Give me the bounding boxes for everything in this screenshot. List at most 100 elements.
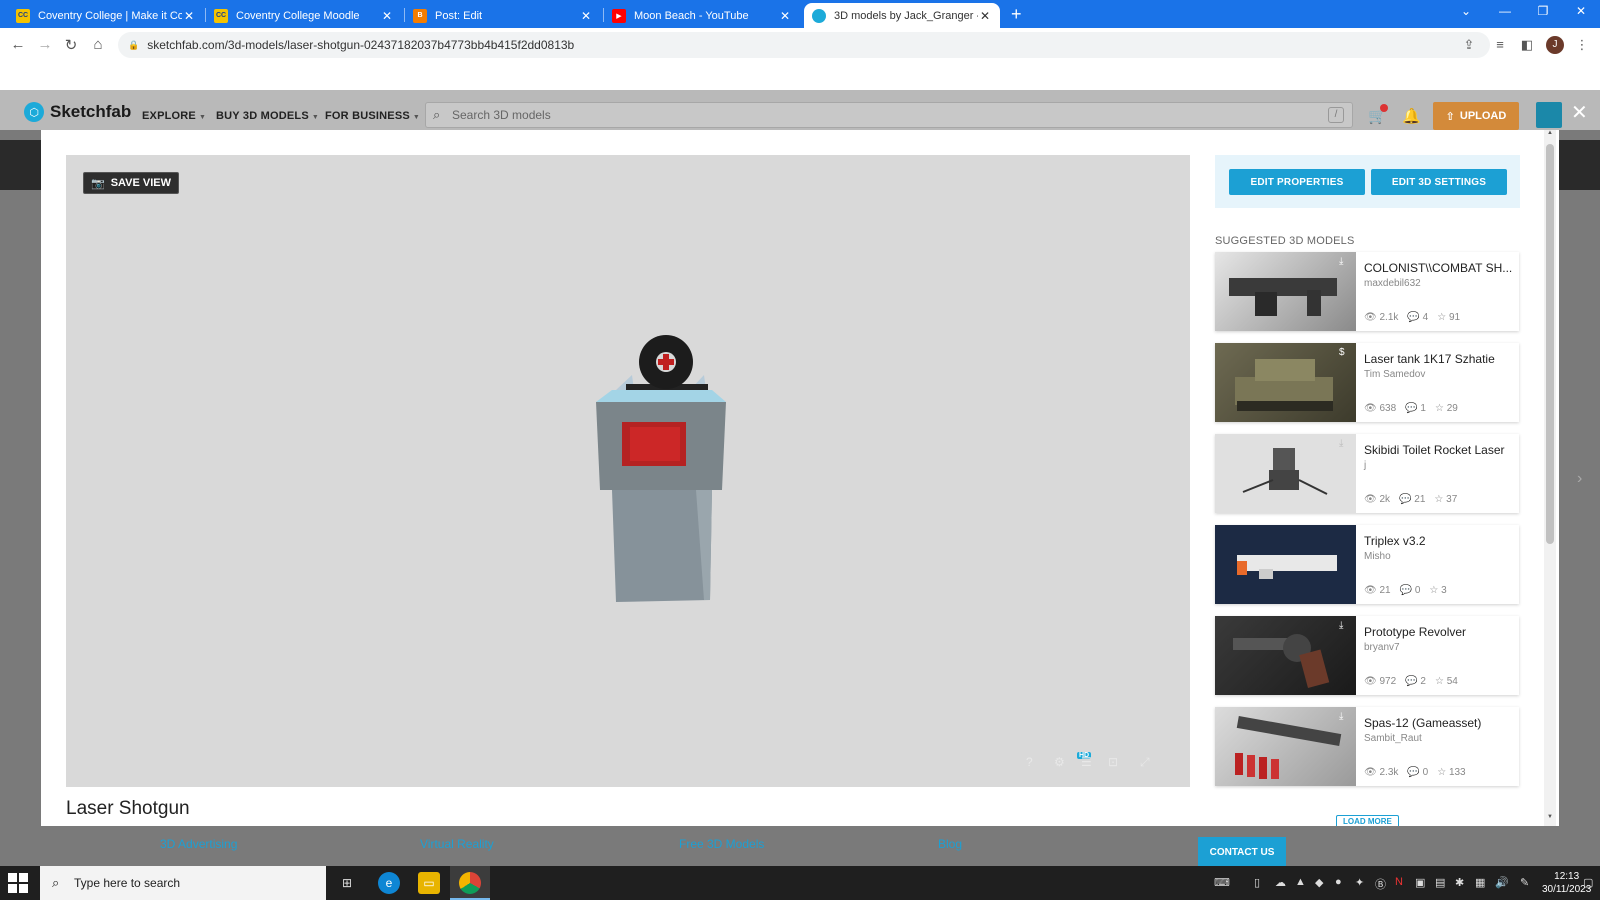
- side-panel-icon[interactable]: ◧: [1518, 37, 1536, 53]
- back-icon[interactable]: ←: [9, 36, 27, 53]
- browser-tab[interactable]: B Post: Edit ✕: [405, 3, 601, 28]
- volume-icon[interactable]: 🔊: [1495, 876, 1509, 889]
- edit-properties-button[interactable]: EDIT PROPERTIES: [1229, 169, 1365, 195]
- model-name[interactable]: COLONIST\\COMBAT SH...: [1364, 261, 1514, 275]
- save-view-button[interactable]: 📷 SAVE VIEW: [83, 172, 180, 194]
- window-close-icon[interactable]: ✕: [1566, 4, 1596, 18]
- sketchfab-logo[interactable]: ⬡ Sketchfab: [24, 102, 131, 122]
- tab-search-icon[interactable]: ⌄: [1451, 4, 1481, 18]
- suggested-model-card[interactable]: ⤓ Skibidi Toilet Rocket Laser j 👁 2k 💬 2…: [1215, 434, 1519, 513]
- forward-icon[interactable]: →: [36, 36, 54, 53]
- modal-scrollbar[interactable]: ▲ ▼: [1544, 130, 1556, 826]
- settings-gear-icon[interactable]: ⚙: [1054, 755, 1065, 769]
- windows-start-icon[interactable]: [8, 873, 28, 893]
- model-author[interactable]: Misho: [1364, 551, 1391, 562]
- close-tab-icon[interactable]: ✕: [579, 9, 593, 23]
- suggested-model-card[interactable]: ⤓ Prototype Revolver bryanv7 👁 972 💬 2 ☆…: [1215, 616, 1519, 695]
- keyboard-icon[interactable]: ⌨: [1214, 876, 1230, 889]
- address-bar[interactable]: 🔒 sketchfab.com/3d-models/laser-shotgun-…: [118, 32, 1490, 58]
- tray-app-icon[interactable]: ✱: [1455, 876, 1464, 889]
- scroll-down-icon[interactable]: ▼: [1544, 814, 1556, 820]
- model-thumbnail[interactable]: [1215, 707, 1356, 786]
- contact-us-button[interactable]: CONTACT US: [1198, 837, 1286, 867]
- browser-tab[interactable]: ▶ Moon Beach - YouTube ✕: [604, 3, 800, 28]
- tray-app-icon[interactable]: ▣: [1415, 876, 1425, 889]
- model-name[interactable]: Prototype Revolver: [1364, 625, 1514, 639]
- load-more-button[interactable]: LOAD MORE: [1336, 815, 1399, 826]
- tray-app-icon[interactable]: Ⓑ: [1375, 876, 1386, 892]
- model-thumbnail[interactable]: [1215, 343, 1356, 422]
- browser-tab[interactable]: CC Coventry College Moodle ✕: [206, 3, 402, 28]
- help-icon[interactable]: ?: [1026, 755, 1033, 769]
- tray-app-icon[interactable]: ▦: [1475, 876, 1485, 889]
- model-name[interactable]: Laser tank 1K17 Szhatie: [1364, 352, 1514, 366]
- model-name[interactable]: Skibidi Toilet Rocket Laser: [1364, 443, 1514, 457]
- fullscreen-icon[interactable]: ⤢: [1140, 755, 1150, 770]
- model-thumbnail[interactable]: [1215, 525, 1356, 604]
- minimize-icon[interactable]: —: [1490, 4, 1520, 18]
- close-modal-icon[interactable]: ✕: [1571, 100, 1588, 125]
- model-author[interactable]: j: [1364, 460, 1366, 471]
- layers-icon[interactable]: ☰: [1081, 755, 1092, 769]
- suggested-model-card[interactable]: Triplex v3.2 Misho 👁 21 💬 0 ☆ 3: [1215, 525, 1519, 604]
- suggested-model-card[interactable]: ⤓ Spas-12 (Gameasset) Sambit_Raut 👁 2.3k…: [1215, 707, 1519, 786]
- footer-link[interactable]: 3D Advertising: [160, 837, 237, 851]
- tray-app-icon[interactable]: ✦: [1355, 876, 1364, 889]
- file-explorer-icon[interactable]: ▭: [418, 872, 440, 894]
- vr-icon[interactable]: ⊡: [1108, 755, 1118, 769]
- scrollbar-thumb[interactable]: [1546, 144, 1554, 544]
- footer-link[interactable]: Blog: [938, 837, 962, 851]
- upload-button[interactable]: ⇧ UPLOAD: [1433, 102, 1519, 130]
- profile-avatar[interactable]: J: [1546, 36, 1564, 54]
- close-tab-icon[interactable]: ✕: [978, 9, 992, 23]
- tray-app-icon[interactable]: ◆: [1315, 876, 1323, 889]
- tray-app-icon[interactable]: ▲: [1295, 876, 1306, 888]
- browser-tab[interactable]: CC Coventry College | Make it Cove ✕: [8, 3, 204, 28]
- reload-icon[interactable]: ↻: [62, 36, 80, 54]
- search-input[interactable]: ⌕ Search 3D models /: [425, 102, 1353, 128]
- model-thumbnail[interactable]: [1215, 252, 1356, 331]
- model-thumbnail[interactable]: [1215, 434, 1356, 513]
- browser-tab-active[interactable]: 3D models by Jack_Granger - Sk ✕: [804, 3, 1000, 28]
- new-tab-icon[interactable]: +: [1011, 4, 1022, 25]
- model-name[interactable]: Triplex v3.2: [1364, 534, 1514, 548]
- laser-shotgun-model[interactable]: [586, 330, 736, 610]
- 3d-viewer[interactable]: 📷 SAVE VIEW ? ⚙ HD ☰ ⊡ ⤢: [66, 155, 1190, 787]
- model-author[interactable]: bryanv7: [1364, 642, 1400, 653]
- next-model-icon[interactable]: ›: [1577, 470, 1582, 488]
- menu-buy-3d-models[interactable]: BUY 3D MODELS ▼: [216, 110, 319, 122]
- tray-app-icon[interactable]: ▤: [1435, 876, 1445, 889]
- restore-icon[interactable]: ❐: [1528, 4, 1558, 18]
- tray-app-icon[interactable]: ●: [1335, 876, 1342, 888]
- pen-icon[interactable]: ✎: [1520, 876, 1529, 889]
- suggested-model-card[interactable]: ⤓ COLONIST\\COMBAT SH... maxdebil632 👁 2…: [1215, 252, 1519, 331]
- footer-link[interactable]: Free 3D Models: [679, 837, 764, 851]
- chrome-icon[interactable]: [459, 872, 481, 894]
- edge-icon[interactable]: e: [378, 872, 400, 894]
- task-view-icon[interactable]: ⊞: [336, 872, 358, 894]
- user-avatar[interactable]: [1536, 102, 1562, 128]
- tray-app-icon[interactable]: ☁: [1275, 876, 1286, 889]
- tray-app-icon[interactable]: ▯: [1254, 876, 1260, 889]
- home-icon[interactable]: ⌂: [89, 36, 107, 53]
- menu-for-business[interactable]: FOR BUSINESS ▼: [325, 110, 420, 122]
- model-author[interactable]: maxdebil632: [1364, 278, 1421, 289]
- close-tab-icon[interactable]: ✕: [380, 9, 394, 23]
- tray-app-icon[interactable]: N: [1395, 876, 1403, 888]
- model-name[interactable]: Spas-12 (Gameasset): [1364, 716, 1514, 730]
- scroll-up-icon[interactable]: ▲: [1544, 130, 1556, 136]
- model-thumbnail[interactable]: [1215, 616, 1356, 695]
- edit-3d-settings-button[interactable]: EDIT 3D SETTINGS: [1371, 169, 1507, 195]
- model-author[interactable]: Sambit_Raut: [1364, 733, 1422, 744]
- model-author[interactable]: Tim Samedov: [1364, 369, 1425, 380]
- bell-icon[interactable]: 🔔: [1402, 107, 1421, 125]
- menu-explore[interactable]: EXPLORE ▼: [142, 110, 206, 122]
- close-tab-icon[interactable]: ✕: [778, 9, 792, 23]
- suggested-model-card[interactable]: $ Laser tank 1K17 Szhatie Tim Samedov 👁 …: [1215, 343, 1519, 422]
- footer-link[interactable]: Virtual Reality: [420, 837, 494, 851]
- notification-icon[interactable]: ▢: [1583, 876, 1593, 889]
- reading-list-icon[interactable]: ≡: [1491, 37, 1509, 52]
- close-tab-icon[interactable]: ✕: [182, 9, 196, 23]
- share-icon[interactable]: ⇪: [1460, 37, 1478, 53]
- chrome-menu-icon[interactable]: ⋮: [1573, 37, 1591, 53]
